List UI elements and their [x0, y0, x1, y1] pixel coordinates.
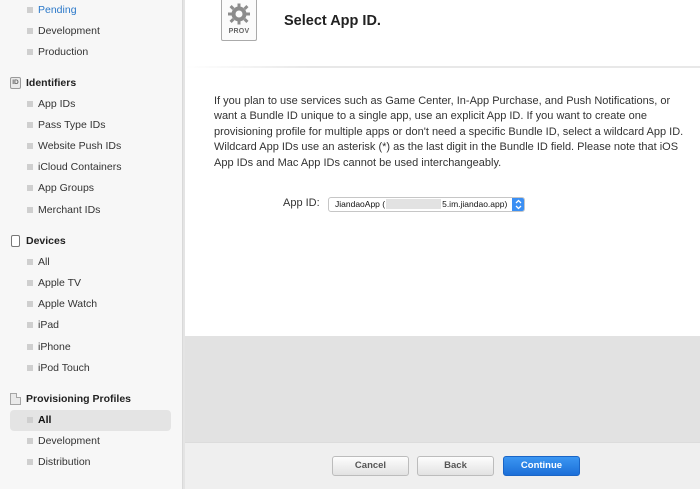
sidebar-item-icloud-containers[interactable]: iCloud Containers: [10, 157, 171, 178]
header-divider: [185, 66, 700, 68]
bullet-icon: [27, 322, 33, 328]
redacted-block: [386, 199, 442, 210]
document-icon: [10, 393, 21, 405]
sidebar-item-profiles-all[interactable]: All: [10, 410, 171, 431]
sidebar-item-label: App Groups: [38, 182, 95, 194]
sidebar-item-iphone[interactable]: iPhone: [10, 337, 171, 358]
app-id-value-prefix: JiandaoApp (: [335, 199, 386, 209]
sidebar-item-website-push-ids[interactable]: Website Push IDs: [10, 136, 171, 157]
bullet-icon: [27, 185, 33, 191]
bullet-icon: [27, 259, 33, 265]
bullet-icon: [27, 122, 33, 128]
bullet-icon: [27, 28, 33, 34]
sidebar-item-profiles-development[interactable]: Development: [10, 431, 171, 452]
continue-button[interactable]: Continue: [503, 456, 580, 476]
prov-label: PROV: [228, 28, 250, 35]
sidebar-item-label: All: [38, 256, 50, 268]
sidebar-item-label: App IDs: [38, 98, 76, 110]
app-id-value-suffix: 5.im.jiandao.app): [442, 199, 508, 209]
sidebar-item-label: Pending: [38, 4, 77, 16]
bullet-icon: [27, 49, 33, 55]
section-title: Provisioning Profiles: [26, 393, 132, 405]
sidebar-item-apple-tv[interactable]: Apple TV: [10, 273, 171, 294]
sidebar-item-apple-watch[interactable]: Apple Watch: [10, 294, 171, 315]
sidebar-item-label: iCloud Containers: [38, 161, 122, 173]
sidebar-item-devices-all[interactable]: All: [10, 252, 171, 273]
bullet-icon: [27, 365, 33, 371]
bullet-icon: [27, 301, 33, 307]
sidebar-item-label: Merchant IDs: [38, 204, 101, 216]
sidebar-item-production[interactable]: Production: [10, 42, 171, 63]
page-title: Select App ID.: [284, 13, 381, 29]
section-title: Devices: [26, 235, 66, 247]
sidebar-item-pass-type-ids[interactable]: Pass Type IDs: [10, 115, 171, 136]
sidebar-item-app-ids[interactable]: App IDs: [10, 94, 171, 115]
bullet-icon: [27, 7, 33, 13]
sidebar-item-ipad[interactable]: iPad: [10, 315, 171, 336]
select-arrows-icon[interactable]: [512, 198, 524, 211]
sidebar-item-label: iPhone: [38, 341, 71, 353]
sidebar-item-pending[interactable]: Pending: [10, 0, 171, 21]
sidebar-item-label: Website Push IDs: [38, 140, 122, 152]
sidebar-item-ipod-touch[interactable]: iPod Touch: [10, 358, 171, 379]
section-provisioning-profiles: Provisioning Profiles: [10, 389, 180, 409]
bullet-icon: [27, 417, 33, 423]
bullet-icon: [27, 143, 33, 149]
sidebar-item-label: Development: [38, 435, 100, 447]
sidebar-item-label: iPad: [38, 319, 60, 331]
bullet-icon: [27, 438, 33, 444]
content-background-band: [185, 336, 700, 442]
id-card-icon: ID: [10, 77, 21, 89]
sidebar-item-label: All: [38, 414, 52, 426]
app-id-label: App ID:: [283, 197, 320, 209]
description-text: If you plan to use services such as Game…: [214, 95, 684, 169]
bullet-icon: [27, 344, 33, 350]
bullet-icon: [27, 101, 33, 107]
sidebar-item-label: iPod Touch: [38, 362, 90, 374]
sidebar-item-merchant-ids[interactable]: Merchant IDs: [10, 200, 171, 221]
sidebar-item-label: Apple Watch: [38, 298, 98, 310]
device-icon: [11, 235, 20, 247]
sidebar-item-development[interactable]: Development: [10, 21, 171, 42]
bullet-icon: [27, 459, 33, 465]
cancel-button[interactable]: Cancel: [332, 456, 409, 476]
sidebar-item-label: Apple TV: [38, 277, 81, 289]
sidebar-item-app-groups[interactable]: App Groups: [10, 178, 171, 199]
sidebar-item-profiles-distribution[interactable]: Distribution: [10, 452, 171, 473]
sidebar: Pending Development Production ID Identi…: [0, 0, 183, 489]
back-button[interactable]: Back: [417, 456, 494, 476]
sidebar-item-label: Pass Type IDs: [38, 119, 106, 131]
app-id-select[interactable]: JiandaoApp ( 5.im.jiandao.app): [328, 197, 525, 212]
section-identifiers: ID Identifiers: [10, 73, 180, 93]
sidebar-item-label: Development: [38, 25, 100, 37]
sidebar-item-label: Distribution: [38, 456, 91, 468]
section-devices: Devices: [10, 231, 180, 251]
bullet-icon: [27, 207, 33, 213]
section-title: Identifiers: [26, 77, 77, 89]
provisioning-profile-file-icon: PROV: [221, 0, 257, 41]
bullet-icon: [27, 164, 33, 170]
gear-icon: [228, 3, 250, 25]
bullet-icon: [27, 280, 33, 286]
sidebar-item-label: Production: [38, 46, 89, 58]
